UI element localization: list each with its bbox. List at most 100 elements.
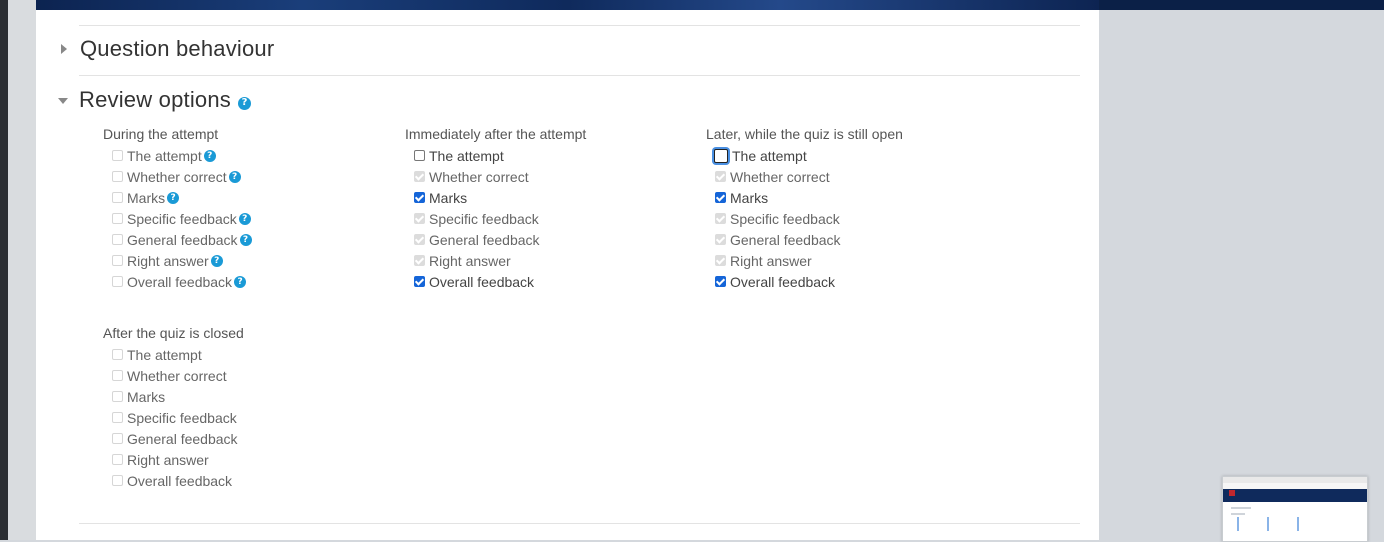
option-general-feedback: General feedback	[112, 428, 244, 449]
option-general-feedback: General feedback	[715, 229, 903, 250]
option-label: Whether correct	[127, 168, 227, 185]
help-icon[interactable]: ?	[210, 254, 223, 267]
help-icon[interactable]: ?	[203, 149, 216, 162]
checkbox-right-answer	[715, 255, 726, 266]
window-edge	[0, 0, 8, 540]
option-label: Right answer	[127, 451, 209, 468]
option-right-answer: Right answer	[715, 250, 903, 271]
option-right-answer: Right answer	[414, 250, 586, 271]
option-marks[interactable]: Marks	[715, 187, 903, 208]
option-label: Specific feedback	[730, 210, 840, 227]
checkbox-whether-correct	[715, 171, 726, 182]
option-overall-feedback: Overall feedback	[112, 470, 244, 491]
checkbox-the-attempt[interactable]	[714, 148, 728, 163]
checkbox-the-attempt[interactable]	[414, 150, 425, 161]
option-label: General feedback	[730, 231, 841, 248]
option-label: The attempt	[429, 147, 504, 164]
divider	[79, 75, 1080, 76]
review-options-title: Review options	[79, 87, 231, 112]
option-label: Whether correct	[429, 168, 529, 185]
option-whether-correct: Whether correct?	[112, 166, 252, 187]
question-behaviour-header[interactable]: Question behaviour	[58, 35, 274, 63]
checkbox-the-attempt	[112, 349, 123, 360]
option-specific-feedback: Specific feedback	[112, 407, 244, 428]
option-label: The attempt	[127, 346, 202, 363]
option-label: The attempt	[127, 147, 202, 164]
help-icon[interactable]: ?	[228, 170, 241, 183]
checkbox-the-attempt	[112, 150, 123, 161]
option-the-attempt: The attempt?	[112, 145, 252, 166]
option-marks: Marks?	[112, 187, 252, 208]
review-group-after-the-quiz-is-closed: After the quiz is closed The attempt Wheth…	[103, 323, 244, 491]
checkbox-specific-feedback	[414, 213, 425, 224]
review-options-header[interactable]: Review options ?	[58, 86, 251, 114]
option-label: Specific feedback	[127, 210, 237, 227]
option-label: Marks	[127, 388, 166, 405]
option-right-answer: Right answer	[112, 449, 244, 470]
option-specific-feedback: Specific feedback	[414, 208, 586, 229]
checkbox-overall-feedback[interactable]	[715, 276, 726, 287]
option-label: General feedback	[127, 430, 238, 447]
header-banner-right	[1099, 0, 1384, 10]
checkbox-overall-feedback	[112, 276, 123, 287]
help-icon[interactable]: ?	[167, 191, 180, 204]
option-whether-correct: Whether correct	[414, 166, 586, 187]
checkbox-specific-feedback	[715, 213, 726, 224]
group-title: After the quiz is closed	[103, 325, 244, 341]
help-icon[interactable]: ?	[234, 275, 247, 288]
header-banner	[36, 0, 1099, 10]
option-label: Marks	[730, 189, 769, 206]
option-overall-feedback: Overall feedback?	[112, 271, 252, 292]
checkbox-whether-correct	[112, 171, 123, 182]
option-marks[interactable]: Marks	[414, 187, 586, 208]
option-label: Marks	[429, 189, 468, 206]
option-label: Overall feedback	[127, 472, 233, 489]
option-label: Marks	[127, 189, 166, 206]
option-label: Specific feedback	[127, 409, 237, 426]
checkbox-general-feedback	[112, 234, 123, 245]
collapse-arrow-icon	[58, 98, 68, 104]
checkbox-general-feedback	[715, 234, 726, 245]
option-whether-correct: Whether correct	[112, 365, 244, 386]
help-icon[interactable]: ?	[238, 212, 251, 225]
option-the-attempt[interactable]: The attempt	[414, 145, 586, 166]
review-group-immediately-after-the-attempt: Immediately after the attempt The attempt…	[405, 124, 586, 292]
checkbox-right-answer	[112, 255, 123, 266]
option-label: Right answer	[127, 252, 209, 269]
checkbox-specific-feedback	[112, 412, 123, 423]
option-marks: Marks	[112, 386, 244, 407]
option-label: General feedback	[127, 231, 238, 248]
option-specific-feedback: Specific feedback	[715, 208, 903, 229]
option-specific-feedback: Specific feedback?	[112, 208, 252, 229]
checkbox-overall-feedback[interactable]	[414, 276, 425, 287]
option-right-answer: Right answer?	[112, 250, 252, 271]
option-label: Overall feedback	[429, 273, 535, 290]
divider	[79, 25, 1080, 26]
checkbox-general-feedback	[414, 234, 425, 245]
option-label: Specific feedback	[429, 210, 539, 227]
checkbox-whether-correct	[112, 370, 123, 381]
question-behaviour-title: Question behaviour	[80, 36, 275, 61]
checkbox-specific-feedback	[112, 213, 123, 224]
group-title: During the attempt	[103, 126, 219, 142]
window-thumbnail-preview[interactable]	[1222, 476, 1368, 542]
option-the-attempt[interactable]: The attempt	[714, 145, 903, 166]
option-the-attempt: The attempt	[112, 344, 244, 365]
review-group-later-while-the-quiz-is-still-open: Later, while the quiz is still open The a…	[706, 124, 903, 292]
checkbox-marks[interactable]	[414, 192, 425, 203]
option-overall-feedback[interactable]: Overall feedback	[414, 271, 586, 292]
checkbox-general-feedback	[112, 433, 123, 444]
checkbox-whether-correct	[414, 171, 425, 182]
expand-arrow-icon	[61, 44, 67, 54]
checkbox-marks[interactable]	[715, 192, 726, 203]
option-overall-feedback[interactable]: Overall feedback	[715, 271, 903, 292]
divider	[79, 523, 1080, 524]
help-icon[interactable]: ?	[239, 233, 252, 246]
help-icon[interactable]: ?	[238, 96, 251, 110]
option-label: Whether correct	[127, 367, 227, 384]
option-label: Whether correct	[730, 168, 830, 185]
option-general-feedback: General feedback?	[112, 229, 252, 250]
option-label: Overall feedback	[127, 273, 233, 290]
option-label: Overall feedback	[730, 273, 836, 290]
option-whether-correct: Whether correct	[715, 166, 903, 187]
